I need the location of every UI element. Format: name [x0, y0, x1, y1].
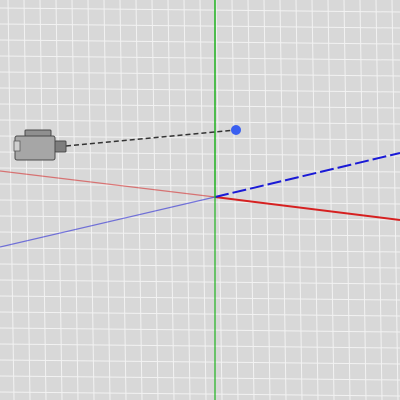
- grid-line-horizontal: [0, 135, 400, 141]
- camera-body: [14, 135, 56, 161]
- grid-line-horizontal: [0, 183, 400, 189]
- grid-line-horizontal: [0, 71, 400, 77]
- grid-line-vertical: [183, 0, 191, 400]
- grid-line-horizontal: [0, 311, 400, 317]
- z-axis-positive-line: [214, 152, 400, 198]
- grid-line-vertical: [279, 0, 287, 400]
- grid-line-vertical: [343, 0, 351, 400]
- camera-detail: [13, 140, 21, 152]
- grid-line-vertical: [135, 0, 143, 400]
- grid-line-horizontal: [0, 215, 400, 221]
- scene-canvas[interactable]: [0, 0, 400, 400]
- camera-lens: [54, 140, 67, 153]
- grid-line-horizontal: [0, 375, 400, 381]
- 3d-viewport[interactable]: [0, 0, 400, 400]
- grid-line-vertical: [71, 0, 79, 400]
- grid-line-vertical: [311, 0, 319, 400]
- grid-line-horizontal: [0, 103, 400, 109]
- x-axis-positive-line: [214, 196, 400, 221]
- grid-line-horizontal: [0, 391, 400, 397]
- grid-line-vertical: [263, 0, 271, 400]
- grid-line-horizontal: [0, 55, 400, 61]
- grid-line-vertical: [295, 0, 303, 400]
- grid-line-horizontal: [0, 151, 400, 157]
- grid-line-vertical: [151, 0, 159, 400]
- grid-line-horizontal: [0, 39, 400, 45]
- axis-group: [0, 0, 400, 400]
- grid-line-horizontal: [0, 87, 400, 93]
- grid-line-horizontal: [0, 359, 400, 365]
- grid-line-horizontal: [0, 167, 400, 173]
- camera-target-point[interactable]: [231, 125, 241, 135]
- grid-line-horizontal: [0, 327, 400, 333]
- grid-line-horizontal: [0, 343, 400, 349]
- grid-line-vertical: [327, 0, 335, 400]
- grid-line-vertical: [103, 0, 111, 400]
- camera-handle: [24, 129, 52, 137]
- grid-line-vertical: [167, 0, 175, 400]
- grid-line-vertical: [215, 0, 223, 400]
- grid-line-vertical: [55, 0, 63, 400]
- grid-line-vertical: [119, 0, 127, 400]
- grid-line-horizontal: [0, 119, 400, 125]
- grid-line-vertical: [247, 0, 255, 400]
- grid-line-vertical: [87, 0, 95, 400]
